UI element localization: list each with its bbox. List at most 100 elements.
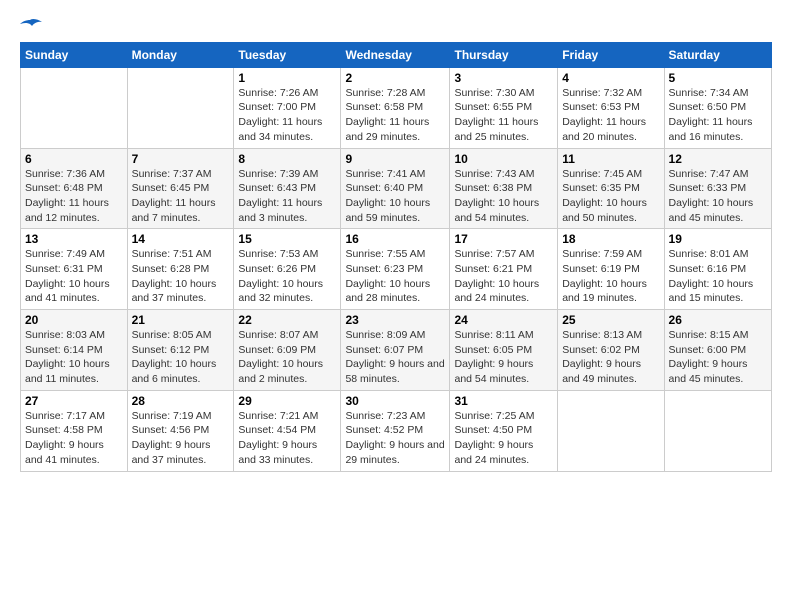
calendar-week-row: 20Sunrise: 8:03 AMSunset: 6:14 PMDayligh… — [21, 310, 772, 391]
calendar-cell: 2Sunrise: 7:28 AMSunset: 6:58 PMDaylight… — [341, 67, 450, 148]
day-detail: Sunrise: 8:07 AMSunset: 6:09 PMDaylight:… — [238, 328, 336, 387]
calendar-cell: 31Sunrise: 7:25 AMSunset: 4:50 PMDayligh… — [450, 390, 558, 471]
day-number: 16 — [345, 232, 445, 246]
day-detail: Sunrise: 8:15 AMSunset: 6:00 PMDaylight:… — [669, 328, 767, 387]
col-header-monday: Monday — [127, 42, 234, 67]
day-number: 15 — [238, 232, 336, 246]
day-number: 19 — [669, 232, 767, 246]
calendar-cell: 29Sunrise: 7:21 AMSunset: 4:54 PMDayligh… — [234, 390, 341, 471]
day-number: 14 — [132, 232, 230, 246]
calendar-cell: 15Sunrise: 7:53 AMSunset: 6:26 PMDayligh… — [234, 229, 341, 310]
calendar-cell: 11Sunrise: 7:45 AMSunset: 6:35 PMDayligh… — [558, 148, 664, 229]
day-number: 29 — [238, 394, 336, 408]
logo-bird-icon — [20, 18, 42, 34]
calendar-cell: 23Sunrise: 8:09 AMSunset: 6:07 PMDayligh… — [341, 310, 450, 391]
day-detail: Sunrise: 8:09 AMSunset: 6:07 PMDaylight:… — [345, 328, 445, 387]
calendar-cell: 4Sunrise: 7:32 AMSunset: 6:53 PMDaylight… — [558, 67, 664, 148]
calendar-cell: 17Sunrise: 7:57 AMSunset: 6:21 PMDayligh… — [450, 229, 558, 310]
calendar-cell: 1Sunrise: 7:26 AMSunset: 7:00 PMDaylight… — [234, 67, 341, 148]
calendar-cell: 10Sunrise: 7:43 AMSunset: 6:38 PMDayligh… — [450, 148, 558, 229]
day-number: 20 — [25, 313, 123, 327]
calendar-cell: 27Sunrise: 7:17 AMSunset: 4:58 PMDayligh… — [21, 390, 128, 471]
day-detail: Sunrise: 7:26 AMSunset: 7:00 PMDaylight:… — [238, 86, 336, 145]
day-number: 13 — [25, 232, 123, 246]
day-number: 23 — [345, 313, 445, 327]
calendar-cell: 22Sunrise: 8:07 AMSunset: 6:09 PMDayligh… — [234, 310, 341, 391]
calendar-cell: 24Sunrise: 8:11 AMSunset: 6:05 PMDayligh… — [450, 310, 558, 391]
col-header-saturday: Saturday — [664, 42, 771, 67]
calendar-cell: 20Sunrise: 8:03 AMSunset: 6:14 PMDayligh… — [21, 310, 128, 391]
day-detail: Sunrise: 7:47 AMSunset: 6:33 PMDaylight:… — [669, 167, 767, 226]
day-detail: Sunrise: 7:32 AMSunset: 6:53 PMDaylight:… — [562, 86, 659, 145]
calendar-cell: 16Sunrise: 7:55 AMSunset: 6:23 PMDayligh… — [341, 229, 450, 310]
day-number: 24 — [454, 313, 553, 327]
calendar-cell — [127, 67, 234, 148]
day-detail: Sunrise: 7:55 AMSunset: 6:23 PMDaylight:… — [345, 247, 445, 306]
calendar-cell: 26Sunrise: 8:15 AMSunset: 6:00 PMDayligh… — [664, 310, 771, 391]
day-detail: Sunrise: 7:37 AMSunset: 6:45 PMDaylight:… — [132, 167, 230, 226]
day-number: 12 — [669, 152, 767, 166]
calendar-cell: 13Sunrise: 7:49 AMSunset: 6:31 PMDayligh… — [21, 229, 128, 310]
day-detail: Sunrise: 8:01 AMSunset: 6:16 PMDaylight:… — [669, 247, 767, 306]
calendar-week-row: 13Sunrise: 7:49 AMSunset: 6:31 PMDayligh… — [21, 229, 772, 310]
day-number: 5 — [669, 71, 767, 85]
day-number: 26 — [669, 313, 767, 327]
day-detail: Sunrise: 7:34 AMSunset: 6:50 PMDaylight:… — [669, 86, 767, 145]
day-detail: Sunrise: 7:21 AMSunset: 4:54 PMDaylight:… — [238, 409, 336, 468]
day-detail: Sunrise: 8:03 AMSunset: 6:14 PMDaylight:… — [25, 328, 123, 387]
day-number: 28 — [132, 394, 230, 408]
day-detail: Sunrise: 7:45 AMSunset: 6:35 PMDaylight:… — [562, 167, 659, 226]
logo-line1 — [20, 16, 42, 36]
calendar-header-row: SundayMondayTuesdayWednesdayThursdayFrid… — [21, 42, 772, 67]
calendar-table: SundayMondayTuesdayWednesdayThursdayFrid… — [20, 42, 772, 472]
day-number: 7 — [132, 152, 230, 166]
calendar-cell: 14Sunrise: 7:51 AMSunset: 6:28 PMDayligh… — [127, 229, 234, 310]
calendar-cell: 19Sunrise: 8:01 AMSunset: 6:16 PMDayligh… — [664, 229, 771, 310]
col-header-thursday: Thursday — [450, 42, 558, 67]
logo — [20, 16, 42, 36]
calendar-week-row: 1Sunrise: 7:26 AMSunset: 7:00 PMDaylight… — [21, 67, 772, 148]
day-detail: Sunrise: 7:51 AMSunset: 6:28 PMDaylight:… — [132, 247, 230, 306]
day-number: 30 — [345, 394, 445, 408]
day-number: 31 — [454, 394, 553, 408]
calendar-cell: 9Sunrise: 7:41 AMSunset: 6:40 PMDaylight… — [341, 148, 450, 229]
calendar-cell: 21Sunrise: 8:05 AMSunset: 6:12 PMDayligh… — [127, 310, 234, 391]
day-number: 18 — [562, 232, 659, 246]
day-number: 9 — [345, 152, 445, 166]
day-detail: Sunrise: 8:11 AMSunset: 6:05 PMDaylight:… — [454, 328, 553, 387]
day-number: 27 — [25, 394, 123, 408]
day-detail: Sunrise: 7:57 AMSunset: 6:21 PMDaylight:… — [454, 247, 553, 306]
day-detail: Sunrise: 7:17 AMSunset: 4:58 PMDaylight:… — [25, 409, 123, 468]
day-detail: Sunrise: 7:36 AMSunset: 6:48 PMDaylight:… — [25, 167, 123, 226]
calendar-cell — [21, 67, 128, 148]
calendar-cell: 3Sunrise: 7:30 AMSunset: 6:55 PMDaylight… — [450, 67, 558, 148]
calendar-cell: 5Sunrise: 7:34 AMSunset: 6:50 PMDaylight… — [664, 67, 771, 148]
day-number: 1 — [238, 71, 336, 85]
col-header-tuesday: Tuesday — [234, 42, 341, 67]
day-number: 4 — [562, 71, 659, 85]
day-detail: Sunrise: 7:39 AMSunset: 6:43 PMDaylight:… — [238, 167, 336, 226]
day-detail: Sunrise: 7:23 AMSunset: 4:52 PMDaylight:… — [345, 409, 445, 468]
col-header-friday: Friday — [558, 42, 664, 67]
col-header-wednesday: Wednesday — [341, 42, 450, 67]
day-detail: Sunrise: 7:30 AMSunset: 6:55 PMDaylight:… — [454, 86, 553, 145]
day-number: 6 — [25, 152, 123, 166]
day-detail: Sunrise: 7:43 AMSunset: 6:38 PMDaylight:… — [454, 167, 553, 226]
day-detail: Sunrise: 8:13 AMSunset: 6:02 PMDaylight:… — [562, 328, 659, 387]
day-number: 10 — [454, 152, 553, 166]
day-number: 8 — [238, 152, 336, 166]
day-detail: Sunrise: 7:19 AMSunset: 4:56 PMDaylight:… — [132, 409, 230, 468]
day-detail: Sunrise: 7:41 AMSunset: 6:40 PMDaylight:… — [345, 167, 445, 226]
calendar-week-row: 6Sunrise: 7:36 AMSunset: 6:48 PMDaylight… — [21, 148, 772, 229]
day-number: 21 — [132, 313, 230, 327]
day-number: 22 — [238, 313, 336, 327]
day-detail: Sunrise: 7:28 AMSunset: 6:58 PMDaylight:… — [345, 86, 445, 145]
day-number: 2 — [345, 71, 445, 85]
calendar-cell: 28Sunrise: 7:19 AMSunset: 4:56 PMDayligh… — [127, 390, 234, 471]
calendar-cell: 7Sunrise: 7:37 AMSunset: 6:45 PMDaylight… — [127, 148, 234, 229]
calendar-cell: 6Sunrise: 7:36 AMSunset: 6:48 PMDaylight… — [21, 148, 128, 229]
page: SundayMondayTuesdayWednesdayThursdayFrid… — [0, 0, 792, 482]
day-number: 11 — [562, 152, 659, 166]
calendar-week-row: 27Sunrise: 7:17 AMSunset: 4:58 PMDayligh… — [21, 390, 772, 471]
day-number: 25 — [562, 313, 659, 327]
